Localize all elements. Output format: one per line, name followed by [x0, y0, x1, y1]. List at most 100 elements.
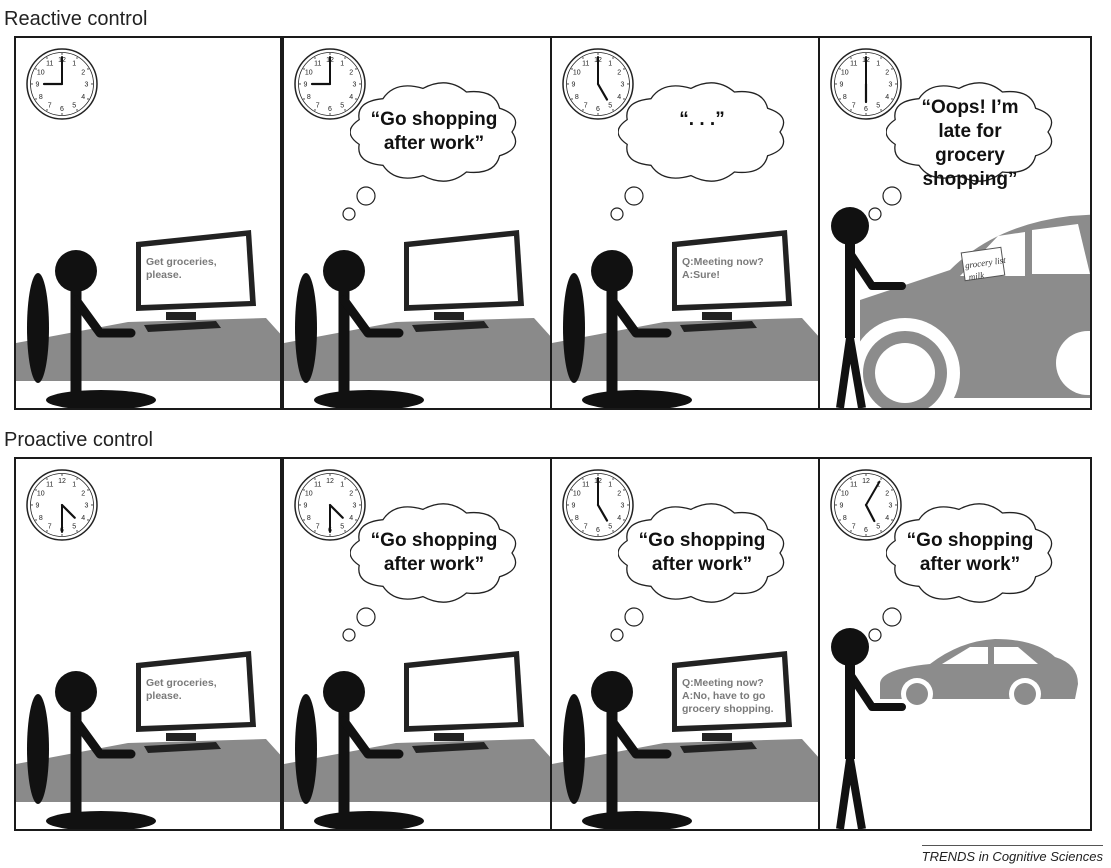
chair-back	[295, 273, 317, 383]
svg-text:10: 10	[37, 69, 45, 76]
thought-bubble: “Oops! I’m late for grocery shopping”	[886, 82, 1054, 190]
svg-text:5: 5	[72, 524, 76, 531]
svg-text:5: 5	[876, 524, 880, 531]
svg-text:8: 8	[843, 94, 847, 101]
svg-text:2: 2	[617, 69, 621, 76]
svg-text:6: 6	[864, 106, 868, 113]
monitor-screen-text: Get groceries, please.	[146, 677, 217, 702]
thought-text: “. . .”	[679, 109, 725, 130]
monitor	[404, 230, 524, 332]
thought-bubble: “Go shopping after work”	[886, 503, 1054, 603]
chair-base	[314, 811, 424, 829]
svg-text:4: 4	[81, 94, 85, 101]
svg-text:11: 11	[582, 481, 589, 488]
svg-text:4: 4	[81, 515, 85, 522]
svg-text:7: 7	[48, 103, 52, 110]
chair-back	[563, 694, 585, 804]
svg-text:10: 10	[573, 69, 581, 76]
svg-text:2: 2	[885, 490, 889, 497]
svg-text:2: 2	[81, 490, 85, 497]
chair-base	[46, 811, 156, 829]
chair-back	[27, 273, 49, 383]
svg-text:9: 9	[572, 503, 576, 510]
svg-text:12: 12	[326, 478, 334, 485]
chair-base	[582, 811, 692, 829]
comic-panel: 123456789101112“Go shopping after work”Q…	[550, 457, 820, 831]
svg-text:2: 2	[349, 69, 353, 76]
svg-text:8: 8	[575, 94, 579, 101]
svg-text:7: 7	[48, 524, 52, 531]
comic-panel: 123456789101112“Go shopping after work”	[818, 457, 1092, 831]
thought-text: “Oops! I’m late for grocery shopping”	[921, 97, 1019, 190]
thought-trail-icon	[342, 607, 376, 642]
thought-trail-icon	[868, 186, 902, 221]
svg-text:8: 8	[575, 515, 579, 522]
svg-text:2: 2	[349, 490, 353, 497]
svg-text:11: 11	[314, 481, 321, 488]
thought-bubble: “Go shopping after work”	[350, 82, 518, 182]
chair-base	[582, 390, 692, 408]
svg-text:10: 10	[573, 490, 581, 497]
thought-bubble: “. . .”	[618, 82, 786, 182]
svg-text:9: 9	[36, 82, 40, 89]
svg-text:1: 1	[608, 60, 612, 67]
chair-base	[314, 390, 424, 408]
svg-text:9: 9	[840, 82, 844, 89]
thought-text: “Go shopping after work”	[370, 109, 498, 154]
svg-text:10: 10	[305, 69, 313, 76]
svg-text:6: 6	[596, 527, 600, 534]
chair-back	[563, 273, 585, 383]
svg-text:5: 5	[608, 103, 612, 110]
thought-trail-icon	[610, 607, 644, 642]
svg-text:9: 9	[36, 503, 40, 510]
thought-trail-icon	[342, 186, 376, 221]
svg-text:9: 9	[572, 82, 576, 89]
comic-panel: 123456789101112Get groceries, please.	[14, 457, 282, 831]
svg-text:8: 8	[307, 515, 311, 522]
monitor-screen-text: Q:Meeting now? A:No, have to go grocery …	[682, 677, 774, 715]
stick-figure-standing	[831, 628, 906, 829]
svg-text:3: 3	[85, 503, 89, 510]
thought-text: “Go shopping after work”	[906, 530, 1034, 575]
thought-trail-icon	[610, 186, 644, 221]
row-title: Reactive control	[4, 8, 148, 30]
svg-text:6: 6	[596, 106, 600, 113]
svg-text:11: 11	[850, 481, 857, 488]
comic-panel: 123456789101112“Go shopping after work”	[282, 36, 552, 410]
comic-panel: 123456789101112“Go shopping after work”	[282, 457, 552, 831]
thought-trail-icon	[868, 607, 902, 642]
svg-text:9: 9	[304, 82, 308, 89]
svg-text:11: 11	[314, 60, 321, 67]
svg-text:2: 2	[617, 490, 621, 497]
svg-text:9: 9	[840, 503, 844, 510]
cloud-shape	[618, 82, 785, 182]
svg-text:11: 11	[46, 60, 53, 67]
svg-text:11: 11	[46, 481, 53, 488]
svg-text:10: 10	[841, 490, 849, 497]
svg-text:1: 1	[340, 481, 344, 488]
svg-text:11: 11	[850, 60, 857, 67]
svg-text:7: 7	[852, 524, 856, 531]
svg-text:9: 9	[304, 503, 308, 510]
thought-text: “Go shopping after work”	[638, 530, 766, 575]
comic-panel: 123456789101112“. . .”Q:Meeting now? A:S…	[550, 36, 820, 410]
svg-text:12: 12	[58, 478, 66, 485]
svg-text:5: 5	[340, 524, 344, 531]
svg-text:1: 1	[72, 481, 76, 488]
svg-text:5: 5	[876, 103, 880, 110]
svg-text:7: 7	[584, 524, 588, 531]
svg-text:2: 2	[885, 69, 889, 76]
svg-text:1: 1	[608, 481, 612, 488]
svg-text:5: 5	[340, 103, 344, 110]
svg-text:7: 7	[584, 103, 588, 110]
svg-text:6: 6	[328, 106, 332, 113]
thought-text: “Go shopping after work”	[370, 530, 498, 575]
svg-text:7: 7	[316, 103, 320, 110]
svg-text:2: 2	[81, 69, 85, 76]
svg-text:5: 5	[608, 524, 612, 531]
comic-panel: 123456789101112Get groceries, please.	[14, 36, 282, 410]
svg-text:11: 11	[582, 60, 589, 67]
svg-text:1: 1	[340, 60, 344, 67]
svg-text:10: 10	[305, 490, 313, 497]
svg-text:12: 12	[862, 478, 870, 485]
